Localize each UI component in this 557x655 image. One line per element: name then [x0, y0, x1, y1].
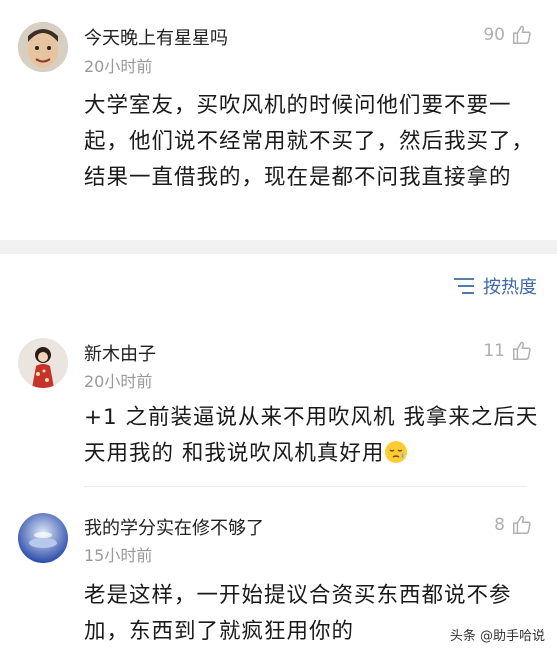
like-button[interactable]: 90 [483, 24, 533, 46]
username[interactable]: 我的学分实在修不够了 [84, 514, 264, 540]
thumbs-up-icon [513, 341, 531, 360]
comment-text: +1 之前装逼说从来不用吹风机 我拿来之后天天用我的 和我说吹风机真好用 [84, 400, 539, 472]
like-button[interactable]: 8 [494, 514, 533, 536]
timestamp: 20小时前 [84, 57, 153, 76]
avatar[interactable] [18, 338, 68, 388]
sleepy-face-emoji-icon [385, 441, 408, 463]
like-count: 11 [483, 341, 505, 361]
comment-text-content: +1 之前装逼说从来不用吹风机 我拿来之后天天用我的 和我说吹风机真好用 [84, 405, 539, 466]
comment-text: 大学室友，买吹风机的时候问他们要不要一起，他们说不经常用就不买了，然后我买了，结… [84, 93, 535, 190]
username[interactable]: 今天晚上有星星吗 [84, 24, 228, 50]
like-count: 8 [494, 515, 505, 535]
username[interactable]: 新木由子 [84, 340, 156, 366]
sort-by-hot-button[interactable]: 按热度 [453, 273, 537, 299]
timestamp: 20小时前 [84, 372, 153, 391]
thumbs-up-icon [513, 25, 531, 44]
like-count: 90 [483, 25, 505, 45]
timestamp: 15小时前 [84, 546, 153, 565]
divider [84, 486, 527, 487]
comment-item: 新木由子 20小时前 11 +1 之前装逼说从来不用吹风机 我拿来之后天天用我的… [0, 330, 557, 490]
like-button[interactable]: 11 [483, 340, 533, 362]
watermark: 头条 @助手哈说 [449, 629, 545, 644]
sort-icon [454, 278, 474, 294]
section-separator [0, 240, 557, 254]
thumbs-up-icon [513, 515, 531, 534]
comment-item: 今天晚上有星星吗 20小时前 90 大学室友，买吹风机的时候问他们要不要一起，他… [0, 0, 557, 240]
sort-label: 按热度 [483, 277, 537, 298]
avatar[interactable] [18, 22, 68, 72]
avatar[interactable] [18, 513, 68, 563]
